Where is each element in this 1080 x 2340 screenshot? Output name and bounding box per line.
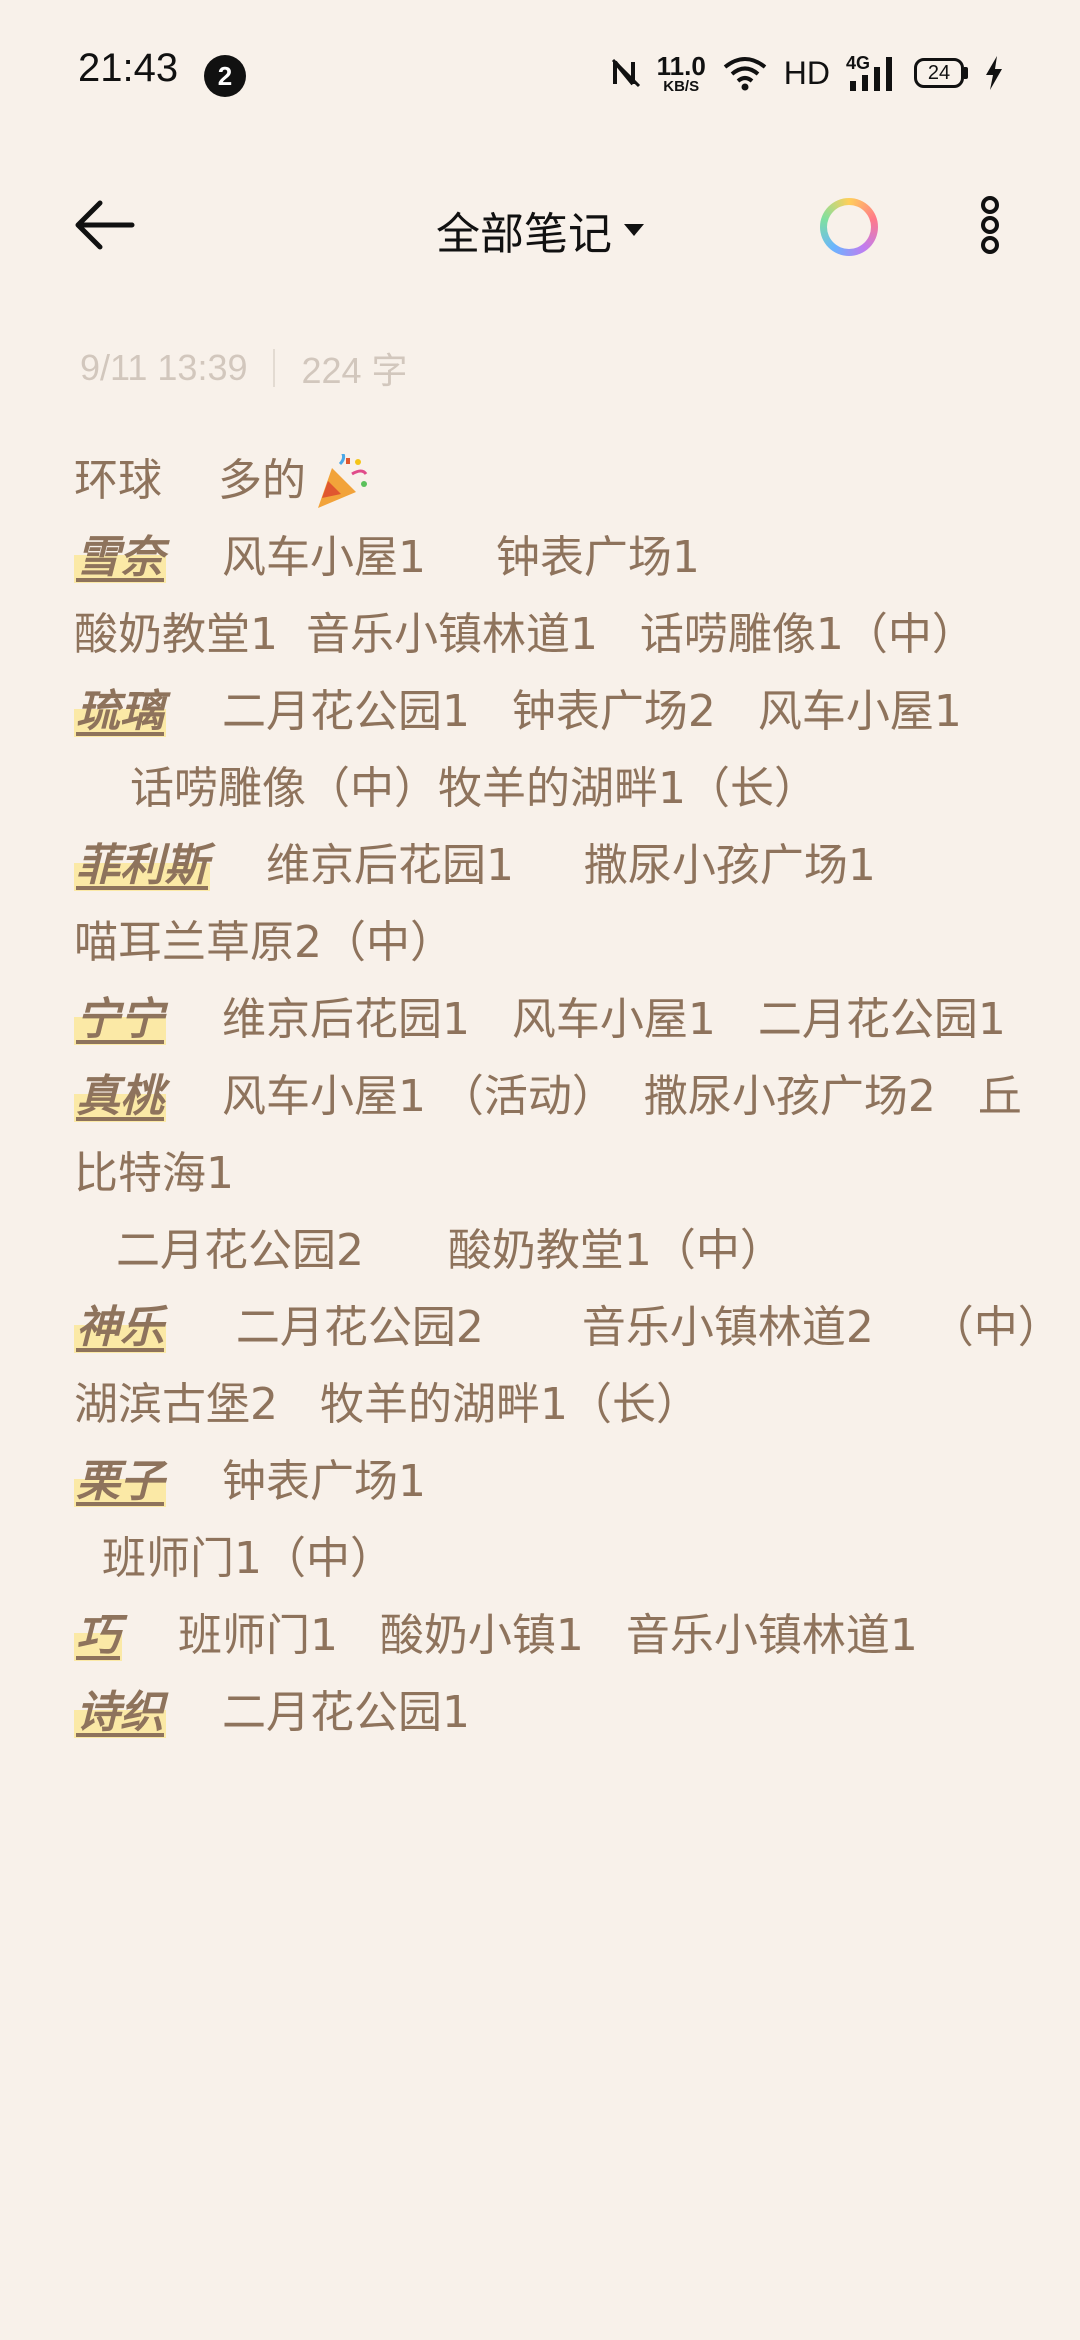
note-line: 二月花公园2 酸奶教堂1（中） bbox=[74, 1212, 1014, 1289]
note-line-text: 喵耳兰草原2（中） bbox=[74, 917, 454, 968]
signal-bars-icon bbox=[850, 57, 892, 91]
character-name: 菲利斯 bbox=[74, 840, 210, 891]
note-word-count: 224 字 bbox=[301, 350, 408, 391]
note-line: 喵耳兰草原2（中） bbox=[74, 904, 1014, 981]
note-line-text: 酸奶教堂1 音乐小镇林道1 话唠雕像1（中） bbox=[74, 609, 976, 660]
note-date: 9/11 13:39 bbox=[80, 347, 248, 388]
notes-folder-dropdown[interactable]: 全部笔记 bbox=[436, 198, 644, 262]
cellular-signal: 4G bbox=[846, 53, 898, 93]
character-name: 神乐 bbox=[74, 1302, 166, 1353]
hd-label: HD bbox=[783, 54, 830, 91]
note-line: 巧 班师门1 酸奶小镇1 音乐小镇林道1 bbox=[74, 1597, 1014, 1674]
note-line-text: 维京后花园1 风车小屋1 二月花公园1 bbox=[166, 994, 1006, 1045]
app-bar: 全部笔记 bbox=[0, 180, 1080, 270]
title-container: 全部笔记 bbox=[0, 198, 1080, 262]
note-line: 真桃 风车小屋1 （活动） 撒尿小孩广场2 丘 bbox=[74, 1058, 1022, 1135]
nfc-icon bbox=[611, 58, 640, 88]
note-line-text: 班师门1（中） bbox=[74, 1533, 394, 1584]
character-name: 栗子 bbox=[74, 1456, 166, 1507]
notification-count-badge: 2 bbox=[204, 55, 246, 97]
note-line-text: 钟表广场1 bbox=[166, 1456, 426, 1507]
party-popper-icon bbox=[317, 454, 368, 508]
character-name: 诗织 bbox=[74, 1687, 166, 1738]
more-vertical-icon bbox=[981, 196, 999, 254]
character-name: 真桃 bbox=[74, 1071, 166, 1122]
character-name: 宁宁 bbox=[74, 994, 166, 1045]
dropdown-caret-icon bbox=[624, 224, 644, 236]
status-time: 21:43 bbox=[78, 46, 179, 90]
network-speed: 11.0 KB/S bbox=[657, 53, 706, 94]
note-line-text: 二月花公园1 钟表广场2 风车小屋1 bbox=[166, 686, 962, 737]
battery-level: 24 bbox=[914, 58, 964, 88]
note-line: 比特海1 bbox=[74, 1135, 1014, 1212]
wifi-icon bbox=[723, 57, 767, 91]
battery-indicator: 24 bbox=[914, 58, 968, 88]
note-line: 环球 多的 bbox=[74, 442, 1014, 519]
note-line: 雪奈 风车小屋1 钟表广场1 bbox=[74, 519, 1014, 596]
character-name: 琉璃 bbox=[74, 686, 166, 737]
note-line-text: 话唠雕像（中）牧羊的湖畔1（长） bbox=[74, 763, 818, 814]
note-line: 湖滨古堡2 牧羊的湖畔1（长） bbox=[74, 1366, 1014, 1443]
note-line: 琉璃 二月花公园1 钟表广场2 风车小屋1 bbox=[74, 673, 1014, 750]
note-line-text: 二月花公园1 bbox=[166, 1687, 470, 1738]
note-line: 菲利斯 维京后花园1 撒尿小孩广场1 bbox=[74, 827, 1014, 904]
note-line-text: 维京后花园1 撒尿小孩广场1 bbox=[210, 840, 876, 891]
note-line-text: 班师门1 酸奶小镇1 音乐小镇林道1 bbox=[122, 1610, 918, 1661]
note-line-text: 风车小屋1 （活动） 撒尿小孩广场2 丘 bbox=[166, 1071, 1022, 1122]
status-bar: 21:43 2 11.0 KB/S HD 4G 24 bbox=[0, 0, 1080, 150]
character-name: 巧 bbox=[74, 1610, 122, 1661]
page-title: 全部笔记 bbox=[436, 209, 612, 260]
note-line: 话唠雕像（中）牧羊的湖畔1（长） bbox=[74, 750, 1014, 827]
more-options-button[interactable] bbox=[970, 194, 1010, 256]
note-line-text: 湖滨古堡2 牧羊的湖畔1（长） bbox=[74, 1379, 700, 1430]
note-line-text: 比特海1 bbox=[74, 1148, 234, 1199]
character-name: 雪奈 bbox=[74, 532, 166, 583]
battery-tip bbox=[964, 67, 968, 79]
note-line: 酸奶教堂1 音乐小镇林道1 话唠雕像1（中） bbox=[74, 596, 1014, 673]
meta-divider bbox=[273, 349, 276, 387]
note-line-text: 环球 多的 bbox=[74, 455, 306, 506]
status-indicators: 11.0 KB/S HD 4G 24 bbox=[611, 48, 1004, 98]
charging-bolt-icon bbox=[986, 56, 1002, 90]
note-meta: 9/11 13:39 224 字 bbox=[80, 342, 408, 394]
note-line-text: 二月花公园2 酸奶教堂1（中） bbox=[74, 1225, 784, 1276]
note-line: 神乐 二月花公园2 音乐小镇林道2 （中） bbox=[74, 1289, 1062, 1366]
network-speed-unit: KB/S bbox=[663, 77, 700, 95]
note-line: 诗织 二月花公园1 bbox=[74, 1674, 1014, 1751]
note-line-text: 风车小屋1 钟表广场1 bbox=[166, 532, 700, 583]
note-line-text: 二月花公园2 音乐小镇林道2 （中） bbox=[166, 1302, 1062, 1353]
note-line: 班师门1（中） bbox=[74, 1520, 1014, 1597]
network-speed-value: 11.0 bbox=[656, 50, 706, 81]
note-line: 宁宁 维京后花园1 风车小屋1 二月花公园1 bbox=[74, 981, 1014, 1058]
note-line: 栗子 钟表广场1 bbox=[74, 1443, 1014, 1520]
note-body[interactable]: 环球 多的 雪奈 风车小屋1 钟表广场1 酸奶教堂1 音乐小镇林道1 话唠雕像1… bbox=[74, 442, 1062, 1751]
theme-color-button[interactable] bbox=[820, 198, 878, 256]
